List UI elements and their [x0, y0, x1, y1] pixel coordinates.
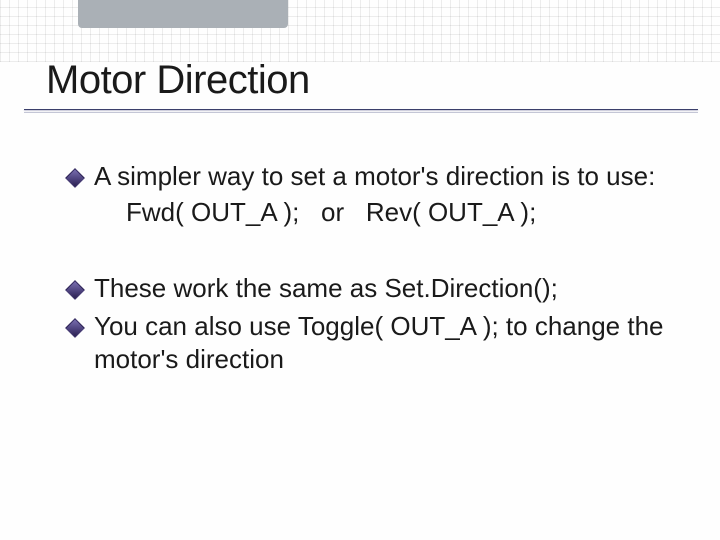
bullet-item-3: You can also use Toggle( OUT_A ); to cha… — [68, 310, 674, 377]
title-underline — [46, 109, 674, 112]
bullet-1-code-line: Fwd( OUT_A ); or Rev( OUT_A ); — [94, 195, 674, 230]
code-rev: Rev( OUT_A ); — [366, 197, 536, 227]
bullet-1-text: A simpler way to set a motor's direction… — [94, 161, 655, 191]
bullet-item-1: A simpler way to set a motor's direction… — [68, 160, 674, 230]
bullet-2-text: These work the same as Set.Direction(); — [94, 273, 558, 303]
slide-title: Motor Direction — [46, 58, 674, 103]
bullet-group-2: These work the same as Set.Direction(); … — [68, 272, 674, 376]
slide-content: Motor Direction A simpler way to set a m… — [0, 0, 720, 376]
code-fwd: Fwd( OUT_A ); — [126, 197, 299, 227]
code-sep: or — [321, 197, 344, 227]
bullet-list: A simpler way to set a motor's direction… — [46, 160, 674, 376]
bullet-item-2: These work the same as Set.Direction(); — [68, 272, 674, 305]
bullet-3-pre: You can also use — [94, 311, 298, 341]
code-toggle: Toggle( OUT_A ); — [298, 311, 499, 341]
